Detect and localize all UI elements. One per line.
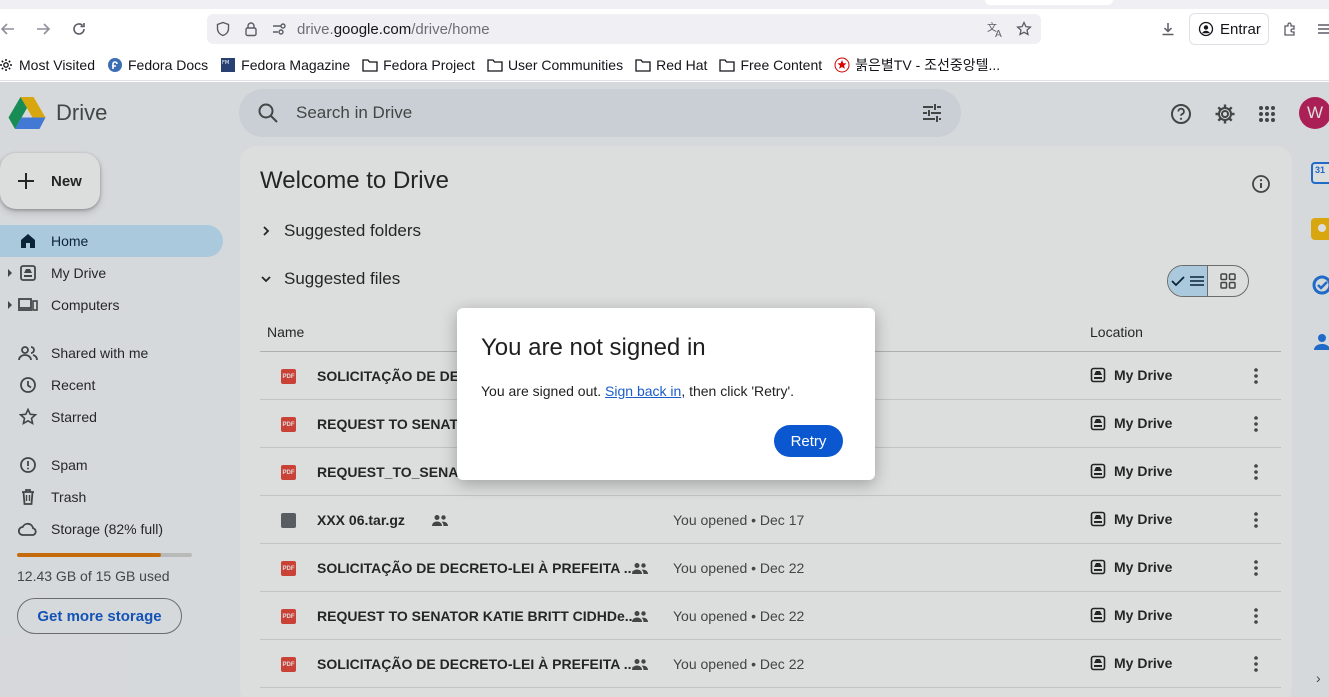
retry-button[interactable]: Retry <box>774 425 843 457</box>
bookmark-item[interactable]: Fedora Docs <box>107 57 208 73</box>
svg-text:FM: FM <box>222 60 229 66</box>
fedora-magazine-icon: FM <box>220 57 236 73</box>
url-path: /drive/home <box>411 21 490 38</box>
bookmark-item[interactable]: 붉은별TV - 조선중앙텔... <box>834 55 1000 75</box>
dialog-message-end: , then click 'Retry'. <box>681 383 795 399</box>
bookmark-item[interactable]: User Communities <box>487 57 623 73</box>
bookmark-label: Red Hat <box>656 56 708 73</box>
menu-icon[interactable] <box>1312 17 1329 41</box>
dialog-message-start: You are signed out. <box>481 383 606 399</box>
sign-back-in-link[interactable]: Sign back in <box>605 383 681 399</box>
account-signin-button[interactable]: Entrar <box>1189 13 1269 45</box>
url-prefix: drive. <box>297 21 334 38</box>
active-tab[interactable] <box>985 0 1113 5</box>
folder-icon <box>362 57 378 73</box>
downloads-icon[interactable] <box>1156 17 1180 41</box>
drive-app: Drive Search in Drive W New Home My Driv… <box>0 82 1329 697</box>
shield-icon[interactable] <box>213 19 233 39</box>
not-signed-in-dialog: You are not signed in You are signed out… <box>457 308 875 480</box>
permissions-icon[interactable] <box>269 19 289 39</box>
translate-icon[interactable]: 文A <box>986 19 1006 39</box>
bookmarks-bar: Most Visited Fedora Docs FM Fedora Magazine… <box>0 49 1329 81</box>
bookmark-label: Fedora Docs <box>128 56 209 73</box>
url-bar[interactable]: drive.google.com/drive/home 文A <box>207 14 1041 44</box>
lock-icon[interactable] <box>241 19 261 39</box>
browser-toolbar: drive.google.com/drive/home 文A Entrar <box>0 9 1329 49</box>
forward-icon[interactable] <box>31 17 55 41</box>
url-host: google.com <box>333 21 412 38</box>
bookmark-item[interactable]: Free Content <box>719 57 822 73</box>
folder-icon <box>487 57 503 73</box>
bookmark-label: Fedora Magazine <box>241 56 351 73</box>
dialog-title: You are not signed in <box>481 334 706 361</box>
bookmark-item[interactable]: Red Hat <box>635 57 707 73</box>
svg-text:A: A <box>995 29 1002 38</box>
fedora-icon <box>107 57 123 73</box>
signin-label: Entrar <box>1220 20 1261 38</box>
gear-icon <box>0 57 14 73</box>
folder-icon <box>635 57 651 73</box>
star-icon <box>834 57 850 73</box>
dialog-message: You are signed out. Sign back in, then c… <box>481 383 794 399</box>
folder-icon <box>719 57 736 73</box>
extensions-icon[interactable] <box>1278 17 1302 41</box>
url-text[interactable]: drive.google.com/drive/home <box>297 21 490 38</box>
bookmark-label: 붉은별TV - 조선중앙텔... <box>855 56 1001 73</box>
bookmark-label: Most Visited <box>19 56 95 73</box>
bookmark-item[interactable]: FM Fedora Magazine <box>220 57 350 73</box>
back-icon[interactable] <box>0 17 20 41</box>
bookmark-label: Fedora Project <box>383 56 475 73</box>
account-icon <box>1198 21 1214 37</box>
bookmark-label: User Communities <box>507 56 624 73</box>
bookmark-item[interactable]: Fedora Project <box>362 57 475 73</box>
reload-icon[interactable] <box>67 17 91 41</box>
bookmark-star-icon[interactable] <box>1014 19 1034 39</box>
tab-strip <box>0 0 1329 9</box>
bookmark-label: Free Content <box>740 56 823 73</box>
bookmark-item[interactable]: Most Visited <box>0 57 95 73</box>
